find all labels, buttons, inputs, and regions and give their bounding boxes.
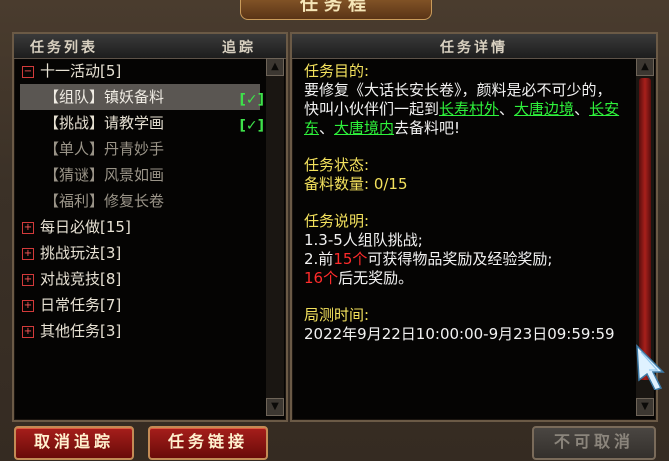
tree-category-label: 日常任务[7] (40, 296, 122, 314)
task-item-label: 【组队】镇妖备料 (44, 88, 165, 106)
description-text: 后无奖励。 (338, 269, 414, 287)
tree-task-item[interactable]: 【福利】修复长卷 (20, 188, 260, 214)
tree-category-other[interactable]: + 其他任务[3] (20, 318, 260, 344)
description-line-2: 2.前15个可获得物品奖励及经验奖励; (304, 250, 626, 269)
tree-category-pvp[interactable]: + 对战竞技[8] (20, 266, 260, 292)
window-title: 任务程 (240, 0, 432, 20)
scroll-up-arrow-icon[interactable]: ▲ (636, 58, 654, 76)
description-title: 任务说明: (304, 212, 370, 230)
track-column-title: 追踪 (222, 40, 256, 56)
scroll-down-arrow-icon[interactable]: ▼ (266, 398, 284, 416)
tree-category-label: 其他任务[3] (40, 322, 122, 340)
expand-icon[interactable]: + (22, 247, 34, 260)
scroll-up-arrow-icon[interactable]: ▲ (266, 58, 284, 76)
task-item-label: 【单人】丹青妙手 (44, 140, 165, 158)
expand-icon[interactable]: + (22, 299, 34, 312)
tree-task-item[interactable]: 【猜谜】风景如画 (20, 162, 260, 188)
collapse-icon[interactable]: − (22, 65, 34, 78)
description-line-1: 1.3-5人组队挑战; (304, 231, 423, 249)
task-item-label: 【挑战】请教学画 (44, 114, 165, 132)
task-detail-title: 任务详情 (440, 40, 508, 56)
goal-text: 要修复《大话长安长卷》，颜料是必不可少的，快叫小伙伴们一起到长寿村外、大唐边境、… (304, 81, 626, 138)
description-line-3: 16个后无奖励。 (304, 269, 626, 288)
tree-category-label: 对战竞技[8] (40, 270, 122, 288)
test-time-title: 局测时间: (304, 306, 370, 324)
tree-category-holiday[interactable]: − 十一活动[5] (20, 58, 260, 84)
tree-category-challenge[interactable]: + 挑战玩法[3] (20, 240, 260, 266)
status-title: 任务状态: (304, 156, 370, 174)
task-link-button[interactable]: 任务链接 (148, 426, 268, 460)
tree-task-item[interactable]: 【挑战】请教学画 [✓] (20, 110, 264, 136)
expand-icon[interactable]: + (22, 325, 34, 338)
scroll-thumb[interactable] (639, 78, 651, 380)
reward-limit-count: 15个 (333, 250, 368, 268)
task-list-title: 任务列表 (30, 40, 98, 56)
tree-category-label: 十一活动[5] (40, 62, 122, 80)
goal-separator: 、 (574, 100, 590, 118)
description-text: 2.前 (304, 250, 334, 268)
location-link-datang-border[interactable]: 大唐边境 (514, 100, 574, 118)
task-item-label: 【猜谜】风景如画 (44, 166, 165, 184)
no-reward-count: 16个 (304, 269, 339, 287)
task-detail-panel: 任务详情 任务目的: 要修复《大话长安长卷》，颜料是必不可少的，快叫小伙伴们一起… (290, 32, 658, 422)
tree-category-daily[interactable]: + 每日必做[15] (20, 214, 260, 240)
task-list-scrollbar[interactable]: ▲ ▼ (266, 58, 284, 416)
cannot-cancel-button[interactable]: 不可取消 (532, 426, 656, 460)
goal-separator: 、 (499, 100, 515, 118)
goal-title: 任务目的: (304, 62, 370, 80)
cancel-track-button[interactable]: 取消追踪 (14, 426, 134, 460)
goal-text-part: 去备料吧! (394, 119, 461, 137)
tree-task-item[interactable]: 【单人】丹青妙手 (20, 136, 260, 162)
task-item-label: 【福利】修复长卷 (44, 192, 165, 210)
test-time-text: 2022年9月22日10:00:00-9月23日09:59:59 (304, 325, 615, 343)
task-detail-content: 任务目的: 要修复《大话长安长卷》，颜料是必不可少的，快叫小伙伴们一起到长寿村外… (304, 62, 626, 410)
mouse-cursor-icon (636, 344, 665, 390)
task-list-panel: 任务列表 追踪 − 十一活动[5] 【组队】镇妖备料 [✓] 【挑战】请教学画 [… (12, 32, 288, 422)
tree-category-routine[interactable]: + 日常任务[7] (20, 292, 260, 318)
expand-icon[interactable]: + (22, 273, 34, 286)
goal-separator: 、 (319, 119, 335, 137)
task-detail-header: 任务详情 (292, 34, 656, 59)
tree-category-label: 挑战玩法[3] (40, 244, 122, 262)
expand-icon[interactable]: + (22, 221, 34, 234)
tree-category-label: 每日必做[15] (40, 218, 131, 236)
tree-task-item[interactable]: 【组队】镇妖备料 [✓] (20, 84, 264, 110)
task-window: 任务程 任务列表 追踪 − 十一活动[5] 【组队】镇妖备料 [✓] 【挑战】请教… (0, 0, 669, 461)
description-text: 可获得物品奖励及经验奖励; (367, 250, 553, 268)
task-tree: − 十一活动[5] 【组队】镇妖备料 [✓] 【挑战】请教学画 [✓] 【单人】丹… (20, 58, 264, 414)
location-link-datang-inner[interactable]: 大唐境内 (334, 119, 394, 137)
task-list-header: 任务列表 追踪 (14, 34, 286, 59)
scroll-down-arrow-icon[interactable]: ▼ (636, 398, 654, 416)
location-link-changshou[interactable]: 长寿村外 (439, 100, 499, 118)
status-text: 备料数量: 0/15 (304, 175, 408, 193)
